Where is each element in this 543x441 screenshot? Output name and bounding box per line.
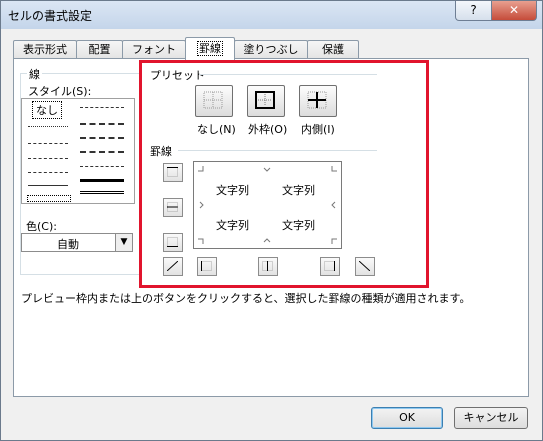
cancel-button[interactable]: キャンセル bbox=[454, 407, 528, 429]
tab-border[interactable]: 罫線 bbox=[185, 37, 235, 60]
tab-font[interactable]: フォント bbox=[122, 40, 186, 59]
line-style-slant-dash-dot[interactable] bbox=[80, 137, 124, 139]
line-style-thick[interactable] bbox=[80, 179, 124, 182]
line-style-dash-dot-2[interactable] bbox=[80, 107, 124, 108]
line-style-dotted[interactable] bbox=[28, 126, 68, 127]
ok-button[interactable]: OK bbox=[371, 407, 443, 429]
color-select-value: 自動 bbox=[57, 238, 79, 251]
line-style-list[interactable]: なし bbox=[21, 98, 135, 204]
close-button[interactable]: ✕ bbox=[491, 1, 537, 21]
help-button[interactable]: ? bbox=[455, 1, 492, 21]
line-style-dashed-fine[interactable] bbox=[28, 143, 68, 144]
line-style-none[interactable]: なし bbox=[32, 101, 62, 119]
line-style-dash[interactable] bbox=[80, 166, 124, 167]
hint-text: プレビュー枠内または上のボタンをクリックすると、選択した罫線の種類が適用されます… bbox=[21, 292, 471, 305]
line-style-selected-marker bbox=[27, 195, 71, 202]
tab-number-format[interactable]: 表示形式 bbox=[13, 40, 77, 59]
tab-alignment[interactable]: 配置 bbox=[76, 40, 123, 59]
color-label: 色(C): bbox=[26, 220, 57, 233]
tab-protection[interactable]: 保護 bbox=[307, 40, 359, 59]
color-select[interactable]: 自動 ▼ bbox=[21, 233, 133, 252]
line-style-medium-dash-dot-dot[interactable] bbox=[80, 123, 124, 125]
tab-fill[interactable]: 塗りつぶし bbox=[234, 40, 308, 59]
line-style-medium-dash[interactable] bbox=[80, 151, 124, 153]
title-bar: セルの書式設定 ? ✕ bbox=[1, 1, 542, 29]
line-style-dash-dot[interactable] bbox=[28, 172, 68, 173]
line-style-double[interactable] bbox=[80, 191, 124, 194]
style-label: スタイル(S): bbox=[28, 85, 92, 98]
dialog-title: セルの書式設定 bbox=[8, 9, 93, 23]
line-style-dash-dot-dot[interactable] bbox=[28, 158, 68, 159]
format-cells-dialog: セルの書式設定 ? ✕ 表示形式 配置 フォント 罫線 塗りつぶし 保護 線 ス… bbox=[0, 0, 543, 441]
highlight-box bbox=[139, 60, 429, 288]
line-style-thin[interactable] bbox=[28, 185, 68, 186]
line-group-title: 線 bbox=[27, 66, 42, 82]
dropdown-arrow-icon[interactable]: ▼ bbox=[115, 234, 132, 251]
